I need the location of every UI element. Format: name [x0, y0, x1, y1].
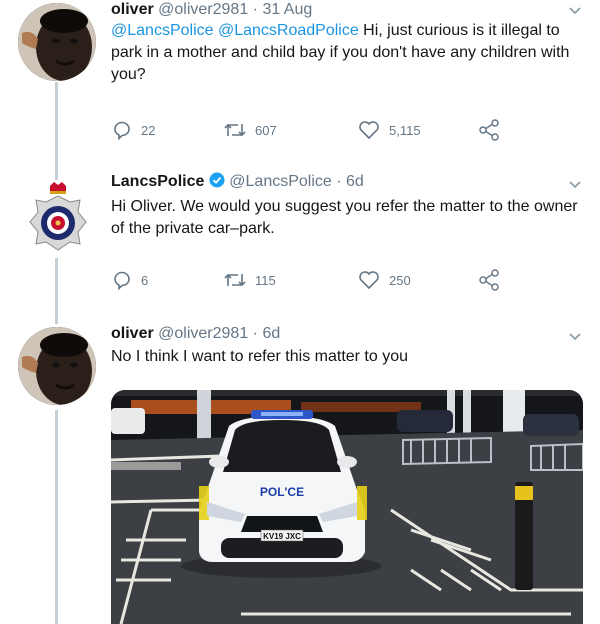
retweet-button[interactable]: 607 — [223, 119, 277, 141]
avatar[interactable] — [18, 3, 96, 81]
user-handle[interactable]: @oliver2981 — [158, 325, 248, 342]
police-badge-icon — [29, 182, 87, 251]
reply-icon — [114, 271, 130, 291]
user-handle[interactable]: @LancsPolice — [229, 173, 332, 190]
retweet-count: 607 — [255, 122, 277, 138]
car-police-label: POL'CE — [260, 485, 304, 499]
retweet-count: 115 — [255, 272, 276, 288]
like-count: 5,115 — [389, 122, 421, 138]
retweet-icon — [224, 273, 246, 287]
user-handle[interactable]: @oliver2981 — [158, 1, 248, 18]
like-button[interactable]: 5,115 — [357, 119, 421, 141]
display-name[interactable]: LancsPolice — [111, 173, 204, 190]
share-icon[interactable] — [477, 119, 501, 141]
reply-icon — [114, 121, 130, 141]
tweet-text: Hi Oliver. We would you suggest you refe… — [111, 198, 578, 237]
like-count: 250 — [389, 272, 411, 288]
chevron-down-icon[interactable] — [568, 329, 582, 343]
retweet-icon — [224, 123, 246, 137]
share-icon[interactable] — [477, 269, 501, 291]
tweet-actions: 6 115 250 — [111, 269, 531, 293]
avatar[interactable] — [22, 182, 94, 258]
avatar-image — [18, 327, 96, 405]
heart-icon — [359, 271, 379, 290]
chevron-down-icon[interactable] — [568, 3, 582, 17]
tweet-text: No I think I want to refer this matter t… — [111, 348, 409, 365]
like-button[interactable]: 250 — [357, 269, 411, 291]
avatar-image — [18, 3, 96, 81]
timestamp[interactable]: · 31 Aug — [253, 1, 313, 18]
licence-plate: KV19 JXC — [263, 532, 301, 541]
reply-button[interactable]: 22 — [111, 119, 155, 141]
thread-line-2 — [55, 258, 58, 324]
reply-count: 22 — [141, 122, 156, 138]
display-name[interactable]: oliver — [111, 325, 154, 342]
avatar[interactable] — [18, 327, 96, 405]
tweet-header: LancsPolice @LancsPolice · 6d — [111, 172, 364, 192]
mention-link[interactable]: @LancsRoadPolice — [218, 22, 359, 39]
timestamp[interactable]: · 6d — [253, 325, 281, 342]
thread-line-1 — [55, 82, 58, 180]
heart-icon — [359, 121, 379, 140]
tweet-header: oliver @oliver2981 · 31 Aug — [111, 0, 312, 20]
thread-line-3 — [55, 410, 58, 624]
retweet-button[interactable]: 115 — [223, 269, 276, 291]
tweet-actions: 22 607 5,115 — [111, 119, 531, 143]
display-name[interactable]: oliver — [111, 1, 154, 18]
reply-count: 6 — [141, 272, 149, 288]
verified-badge-icon — [209, 172, 225, 188]
timestamp[interactable]: · 6d — [336, 173, 364, 190]
tweet-photo[interactable]: POL'CE KV19 JXC — [111, 390, 583, 624]
tweet-text: @LancsPolice @LancsRoadPolice Hi, just c… — [111, 20, 581, 86]
police-car-photo: POL'CE KV19 JXC — [111, 390, 583, 624]
chevron-down-icon[interactable] — [568, 177, 582, 191]
tweet-header: oliver @oliver2981 · 6d — [111, 324, 280, 344]
mention-link[interactable]: @LancsPolice — [111, 22, 214, 39]
reply-button[interactable]: 6 — [111, 269, 148, 291]
